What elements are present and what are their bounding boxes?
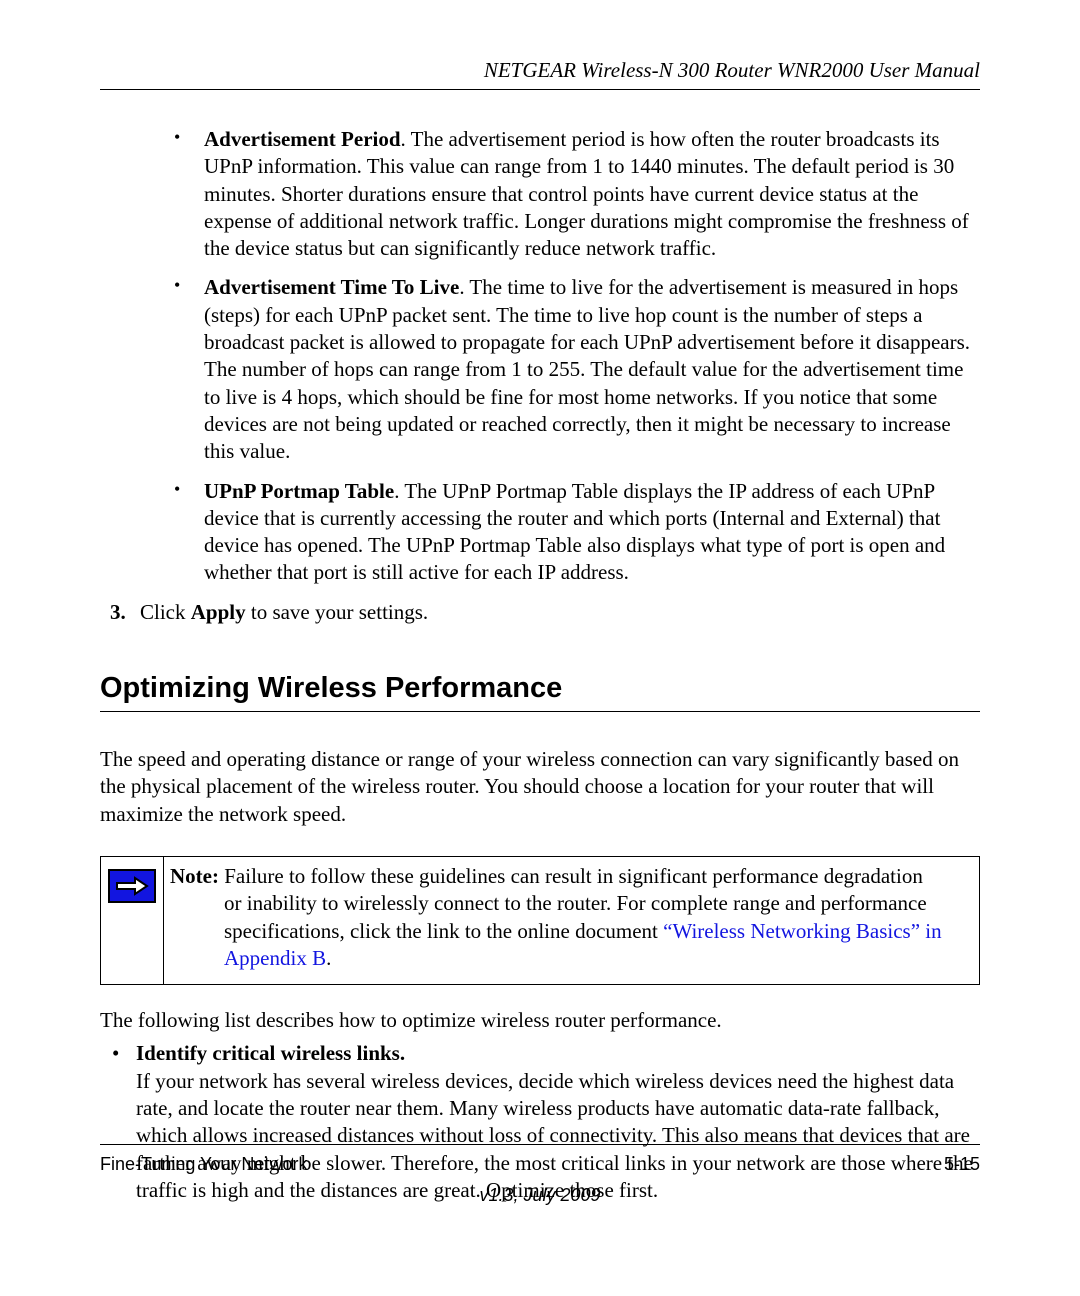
page: NETGEAR Wireless-N 300 Router WNR2000 Us… xyxy=(0,0,1080,1296)
bullet-text: . The time to live for the advertisement… xyxy=(204,275,970,463)
note-tail: . xyxy=(326,946,331,970)
bullet-upnp-portmap: UPnP Portmap Table. The UPnP Portmap Tab… xyxy=(174,478,980,587)
bullet-dot: • xyxy=(112,1040,119,1067)
numbered-step: 3. Click Apply to save your settings. xyxy=(100,599,980,626)
step-text-pre: Click xyxy=(140,600,191,624)
footer-rule xyxy=(100,1144,980,1145)
footer-version: v1.3, July 2009 xyxy=(100,1185,980,1206)
intro-paragraph: The speed and operating distance or rang… xyxy=(100,746,980,828)
bullet-label: UPnP Portmap Table xyxy=(204,479,394,503)
bullet-label: Advertisement Time To Live xyxy=(204,275,459,299)
note-icon-cell xyxy=(101,857,164,984)
step-number: 3. xyxy=(110,599,126,626)
arrow-right-icon xyxy=(108,869,156,903)
header-rule xyxy=(100,89,980,90)
footer-page-number: 5-15 xyxy=(944,1154,980,1175)
footer-section-name: Fine-Tuning Your Network xyxy=(100,1154,307,1175)
upnp-sub-bullets: Advertisement Period. The advertisement … xyxy=(100,126,980,587)
bullet-title: Identify critical wireless links. xyxy=(136,1041,405,1065)
note-line1: Failure to follow these guidelines can r… xyxy=(219,864,923,888)
bullet-label: Advertisement Period xyxy=(204,127,401,151)
bullet-advertisement-ttl: Advertisement Time To Live. The time to … xyxy=(174,274,980,465)
page-header-title: NETGEAR Wireless-N 300 Router WNR2000 Us… xyxy=(100,58,980,83)
note-box: Note: Failure to follow these guidelines… xyxy=(100,856,980,985)
note-label: Note: xyxy=(170,864,219,888)
section-heading: Optimizing Wireless Performance xyxy=(100,672,980,712)
page-footer: Fine-Tuning Your Network 5-15 v1.3, July… xyxy=(100,1144,980,1206)
step-apply-label: Apply xyxy=(191,600,246,624)
step-3: 3. Click Apply to save your settings. xyxy=(110,599,980,626)
following-list-paragraph: The following list describes how to opti… xyxy=(100,1007,980,1034)
bullet-advertisement-period: Advertisement Period. The advertisement … xyxy=(174,126,980,262)
step-text-post: to save your settings. xyxy=(246,600,429,624)
note-text: Note: Failure to follow these guidelines… xyxy=(164,857,979,984)
